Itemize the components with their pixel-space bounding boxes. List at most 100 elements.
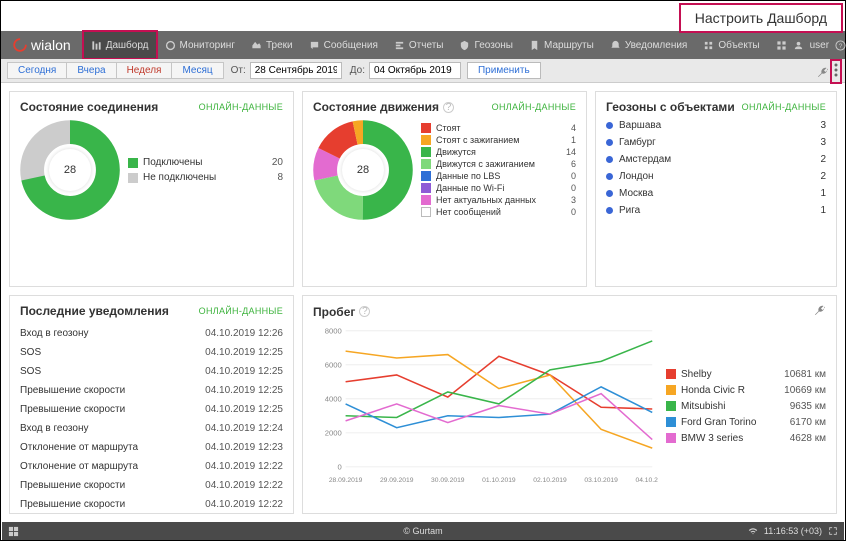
- notification-row[interactable]: Превышение скорости04.10.2019 12:22: [20, 495, 283, 514]
- notif-label: Превышение скорости: [20, 480, 125, 491]
- notif-time: 04.10.2019 12:25: [205, 347, 283, 358]
- legend-row: Не подключены8: [128, 172, 283, 183]
- series-value: 6170 км: [790, 417, 826, 428]
- legend-value: 20: [272, 157, 283, 168]
- legend-label: Данные по Wi-Fi: [436, 183, 504, 193]
- series-row: Shelby10681 км: [666, 369, 826, 380]
- geo-label: Гамбург: [619, 137, 656, 148]
- nav-label: Отчеты: [409, 40, 444, 51]
- dot-icon: [606, 207, 613, 214]
- tab-today[interactable]: Сегодня: [7, 62, 67, 79]
- legend-row: Данные по LBS0: [421, 171, 576, 181]
- nav-треки[interactable]: Треки: [243, 31, 301, 59]
- card-title: Состояние соединения: [20, 100, 158, 114]
- help-icon[interactable]: ?: [443, 102, 454, 113]
- notif-time: 04.10.2019 12:22: [205, 480, 283, 491]
- help-icon[interactable]: ?: [835, 40, 846, 51]
- notification-row[interactable]: Отклонение от маршрута04.10.2019 12:23: [20, 438, 283, 457]
- legend-value: 1: [571, 135, 576, 145]
- series-value: 9635 км: [790, 401, 826, 412]
- series-row: BMW 3 series4628 км: [666, 433, 826, 444]
- geo-row[interactable]: Москва1: [606, 188, 826, 199]
- help-icon[interactable]: ?: [359, 306, 370, 317]
- apps-icon[interactable]: [776, 40, 787, 51]
- donut-total: 28: [342, 149, 384, 191]
- legend-value: 14: [566, 147, 576, 157]
- svg-text:03.10.2019: 03.10.2019: [584, 477, 618, 484]
- geo-row[interactable]: Варшава3: [606, 120, 826, 131]
- dashboard-settings-button[interactable]: [833, 62, 839, 81]
- to-label: До:: [350, 65, 365, 76]
- swatch-icon: [421, 135, 431, 145]
- notif-time: 04.10.2019 12:22: [205, 461, 283, 472]
- notif-label: Вход в геозону: [20, 328, 89, 339]
- username[interactable]: user: [810, 40, 829, 51]
- notif-label: SOS: [20, 366, 41, 377]
- swatch-icon: [421, 147, 431, 157]
- notification-row[interactable]: SOS04.10.2019 12:25: [20, 362, 283, 381]
- legend-row: Движутся с зажиганием6: [421, 159, 576, 169]
- footer: © Gurtam 11:16:53 (+03): [2, 522, 844, 540]
- geo-value: 2: [820, 154, 826, 165]
- series-value: 4628 км: [790, 433, 826, 444]
- geo-row[interactable]: Амстердам 2: [606, 154, 826, 165]
- notification-row[interactable]: Отклонение от маршрута04.10.2019 12:22: [20, 457, 283, 476]
- notif-time: 04.10.2019 12:25: [205, 404, 283, 415]
- user-icon[interactable]: [793, 40, 804, 51]
- swatch-icon: [666, 385, 676, 395]
- geo-value: 3: [820, 137, 826, 148]
- card-notifications: Последние уведомления ОНЛАЙН-ДАННЫЕ Вход…: [9, 295, 294, 514]
- notification-row[interactable]: Вход в геозону04.10.2019 12:24: [20, 419, 283, 438]
- nav-сообщения[interactable]: Сообщения: [301, 31, 386, 59]
- nav-маршруты[interactable]: Маршруты: [521, 31, 602, 59]
- online-tag: ОНЛАЙН-ДАННЫЕ: [742, 102, 826, 112]
- geo-row[interactable]: Лондон2: [606, 171, 826, 182]
- nav-объекты[interactable]: Объекты: [695, 31, 767, 59]
- geo-value: 3: [820, 120, 826, 131]
- svg-text:28.09.2019: 28.09.2019: [329, 477, 363, 484]
- tab-week[interactable]: Неделя: [116, 62, 173, 79]
- nav-label: Объекты: [718, 40, 759, 51]
- grid-icon[interactable]: [8, 526, 19, 537]
- geo-row[interactable]: Гамбург 3: [606, 137, 826, 148]
- notif-label: Превышение скорости: [20, 499, 125, 510]
- legend-row: Движутся14: [421, 147, 576, 157]
- geo-label: Амстердам: [619, 154, 671, 165]
- nav-дашборд[interactable]: Дашборд: [83, 31, 157, 59]
- nav-label: Геозоны: [474, 40, 513, 51]
- fullscreen-icon[interactable]: [828, 526, 838, 536]
- swatch-icon: [421, 207, 431, 217]
- wrench-icon[interactable]: [817, 66, 829, 78]
- notif-time: 04.10.2019 12:24: [205, 423, 283, 434]
- date-to-input[interactable]: [369, 62, 461, 79]
- nav-label: Уведомления: [625, 40, 688, 51]
- legend-label: Нет актуальных данных: [436, 195, 536, 205]
- nav-геозоны[interactable]: Геозоны: [451, 31, 521, 59]
- geo-row[interactable]: Рига1: [606, 205, 826, 216]
- date-from-input[interactable]: [250, 62, 342, 79]
- card-geozones: Геозоны с объектами ОНЛАЙН-ДАННЫЕ Варшав…: [595, 91, 837, 287]
- nav-icon: [91, 40, 102, 51]
- nav-уведомления[interactable]: Уведомления: [602, 31, 696, 59]
- notif-label: Превышение скорости: [20, 404, 125, 415]
- apply-button[interactable]: Применить: [467, 62, 541, 79]
- geo-value: 2: [820, 171, 826, 182]
- notification-row[interactable]: Превышение скорости 04.10.2019 12:25: [20, 400, 283, 419]
- swatch-icon: [421, 123, 431, 133]
- notification-row[interactable]: Превышение скорости04.10.2019 12:25: [20, 381, 283, 400]
- tab-month[interactable]: Месяц: [171, 62, 223, 79]
- legend-value: 0: [571, 171, 576, 181]
- notification-row[interactable]: SOS04.10.2019 12:25: [20, 343, 283, 362]
- swatch-icon: [666, 433, 676, 443]
- notification-row[interactable]: Превышение скорости 04.10.2019 12:22: [20, 476, 283, 495]
- legend-label: Нет сообщений: [436, 207, 501, 217]
- notification-row[interactable]: Вход в геозону04.10.2019 12:26: [20, 324, 283, 343]
- tab-yesterday[interactable]: Вчера: [66, 62, 116, 79]
- nav-отчеты[interactable]: Отчеты: [386, 31, 452, 59]
- mileage-line-chart: 0200040006000800028.09.201929.09.201930.…: [313, 325, 658, 488]
- legend-row: Стоят4: [421, 123, 576, 133]
- nav-label: Мониторинг: [180, 40, 235, 51]
- nav-мониторинг[interactable]: Мониторинг: [157, 31, 243, 59]
- dot-icon: [606, 139, 613, 146]
- settings-icon[interactable]: [814, 304, 826, 319]
